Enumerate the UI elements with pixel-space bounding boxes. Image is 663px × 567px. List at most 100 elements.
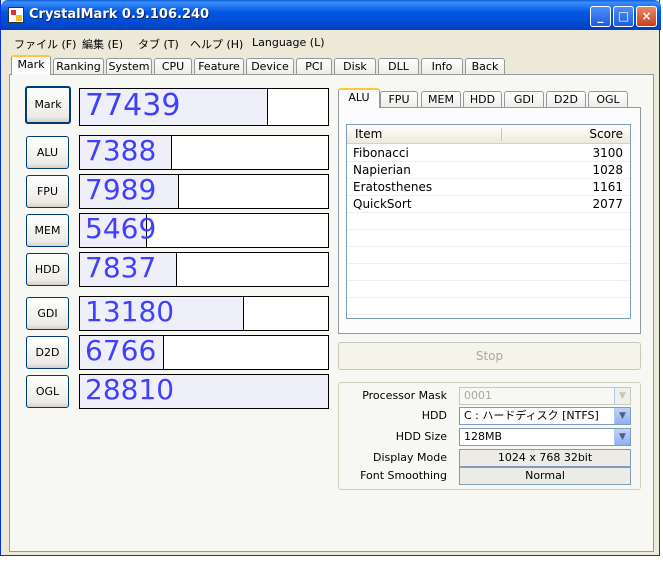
menu-edit[interactable]: 編集 (E): [82, 36, 123, 52]
tab-back[interactable]: Back: [465, 58, 505, 75]
crystalmark-window: CrystalMark 0.9.106.240 _ □ × ファイル (F) 編…: [0, 0, 661, 556]
chevron-down-icon[interactable]: ▼: [614, 408, 630, 424]
score-cell: 3100: [592, 146, 623, 160]
mem-score-box: 5469: [79, 213, 329, 248]
hdd-value: C : ハードディスク [NTFS]: [464, 409, 599, 422]
tab-info[interactable]: Info: [421, 58, 463, 75]
fpu-score-box: 7989: [79, 174, 329, 209]
tab-cpu[interactable]: CPU: [154, 58, 192, 75]
fpu-button-label: FPU: [36, 185, 58, 198]
hdd-label: HDD: [421, 409, 447, 422]
d2d-score-box: 6766: [79, 335, 329, 370]
tab-system[interactable]: System: [106, 58, 152, 75]
tab-feature[interactable]: Feature: [194, 58, 244, 75]
tab-disk[interactable]: Disk: [334, 58, 376, 75]
desktop-background: [0, 556, 663, 567]
table-row-empty: [347, 230, 630, 247]
mark-score: 77439: [85, 88, 181, 123]
processor-mask-select[interactable]: 0001 ▼: [459, 387, 631, 405]
subtab-ogl[interactable]: OGL: [588, 91, 628, 108]
gdi-button-label: GDI: [37, 307, 58, 320]
mark-button[interactable]: Mark: [25, 86, 71, 124]
ogl-score-box: 28810: [79, 374, 329, 409]
font-smoothing-value: Normal: [459, 467, 631, 485]
table-row-empty: [347, 298, 630, 315]
table-row[interactable]: Eratosthenes 1161: [347, 179, 630, 196]
ogl-button[interactable]: OGL: [26, 375, 69, 408]
hdd-size-select[interactable]: 128MB ▼: [459, 428, 631, 446]
menu-file[interactable]: ファイル (F): [14, 36, 76, 52]
subtab-hdd[interactable]: HDD: [463, 91, 502, 108]
column-divider[interactable]: [501, 128, 502, 141]
hdd-size-label: HDD Size: [395, 430, 447, 443]
gdi-button[interactable]: GDI: [26, 297, 69, 330]
table-row[interactable]: Napierian 1028: [347, 162, 630, 179]
maximize-button[interactable]: □: [613, 6, 634, 27]
column-header-score[interactable]: Score: [589, 125, 623, 144]
table-header: Item Score: [347, 125, 630, 144]
minimize-button[interactable]: _: [590, 6, 611, 27]
item-cell: Fibonacci: [353, 146, 409, 160]
table-row-empty: [347, 247, 630, 264]
table-row-empty: [347, 213, 630, 230]
hdd-size-value: 128MB: [464, 430, 503, 443]
menu-bar: ファイル (F) 編集 (E) タブ (T) ヘルプ (H) Language …: [2, 32, 659, 52]
subtab-gdi[interactable]: GDI: [504, 91, 544, 108]
processor-mask-label: Processor Mask: [362, 389, 447, 402]
alu-score-box: 7388: [79, 135, 329, 170]
mem-score: 5469: [85, 213, 157, 245]
stop-button[interactable]: Stop: [338, 342, 641, 370]
tab-mark[interactable]: Mark: [11, 55, 51, 75]
item-cell: QuickSort: [353, 197, 412, 211]
hdd-button-label: HDD: [34, 263, 61, 276]
menu-help[interactable]: ヘルプ (H): [190, 36, 243, 52]
ogl-score: 28810: [85, 374, 175, 406]
fpu-score: 7989: [85, 174, 157, 206]
column-header-item[interactable]: Item: [355, 125, 382, 144]
gdi-score-box: 13180: [79, 296, 329, 331]
display-mode-value: 1024 x 768 32bit: [459, 449, 631, 467]
table-row-empty: [347, 264, 630, 281]
menu-tab[interactable]: タブ (T): [138, 36, 179, 52]
mark-score-box: 77439: [79, 88, 329, 126]
item-cell: Napierian: [353, 163, 411, 177]
menu-language[interactable]: Language (L): [252, 36, 325, 49]
tab-ranking[interactable]: Ranking: [53, 58, 104, 75]
close-button[interactable]: ×: [636, 6, 657, 27]
hdd-score: 7837: [85, 252, 157, 284]
subtab-d2d[interactable]: D2D: [546, 91, 586, 108]
mem-button[interactable]: MEM: [26, 214, 69, 247]
d2d-button-label: D2D: [35, 346, 60, 359]
subtab-alu[interactable]: ALU: [338, 88, 380, 108]
font-smoothing-label: Font Smoothing: [360, 469, 447, 482]
title-bar[interactable]: CrystalMark 0.9.106.240 _ □ ×: [1, 0, 661, 30]
table-row-empty: [347, 281, 630, 298]
alu-button-label: ALU: [36, 146, 59, 159]
table-row[interactable]: Fibonacci 3100: [347, 145, 630, 162]
mark-button-label: Mark: [34, 98, 62, 111]
mem-button-label: MEM: [34, 224, 61, 237]
tab-dll[interactable]: DLL: [378, 58, 419, 75]
table-row[interactable]: QuickSort 2077: [347, 196, 630, 213]
ogl-button-label: OGL: [35, 385, 60, 398]
d2d-score: 6766: [85, 335, 157, 367]
app-icon[interactable]: [8, 7, 24, 23]
item-cell: Eratosthenes: [353, 180, 433, 194]
subtab-fpu[interactable]: FPU: [380, 91, 418, 108]
hdd-select[interactable]: C : ハードディスク [NTFS] ▼: [459, 407, 631, 425]
score-cell: 2077: [592, 197, 623, 211]
fpu-button[interactable]: FPU: [26, 175, 69, 208]
tab-device[interactable]: Device: [246, 58, 294, 75]
window-title: CrystalMark 0.9.106.240: [29, 7, 210, 22]
chevron-down-icon[interactable]: ▼: [614, 388, 630, 404]
score-table[interactable]: Item Score Fibonacci 3100 Napierian 1028…: [346, 124, 631, 319]
alu-score: 7388: [85, 135, 157, 167]
hdd-button[interactable]: HDD: [26, 253, 69, 286]
subtab-mem[interactable]: MEM: [421, 91, 461, 108]
tab-pci[interactable]: PCI: [296, 58, 332, 75]
display-mode-label: Display Mode: [372, 451, 447, 464]
gdi-score: 13180: [85, 296, 175, 328]
d2d-button[interactable]: D2D: [26, 336, 69, 369]
chevron-down-icon[interactable]: ▼: [614, 429, 630, 445]
alu-button[interactable]: ALU: [26, 136, 69, 169]
